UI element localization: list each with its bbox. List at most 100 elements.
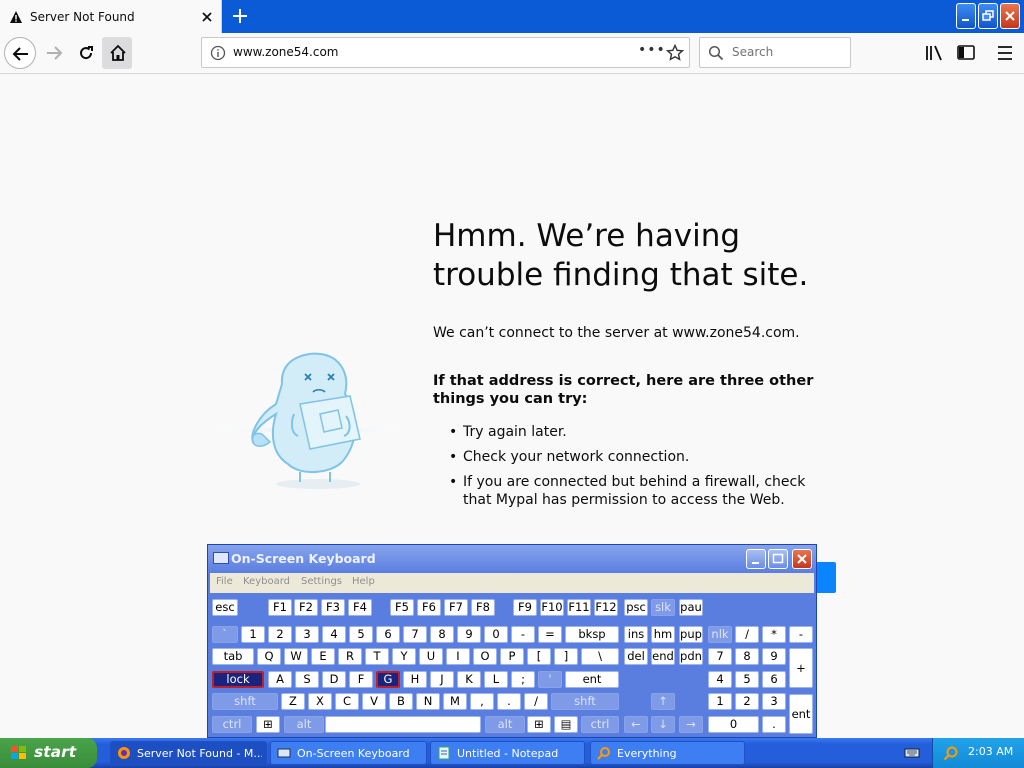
osk-key[interactable]: 7 bbox=[708, 648, 732, 665]
osk-key[interactable]: B bbox=[389, 693, 413, 710]
osk-key[interactable]: psc bbox=[624, 599, 648, 616]
osk-key[interactable]: ▤ bbox=[554, 716, 578, 733]
osk-key[interactable]: S bbox=[295, 671, 319, 688]
osk-key[interactable]: ' bbox=[538, 671, 562, 688]
osk-key[interactable]: F9 bbox=[513, 599, 537, 616]
osk-key[interactable]: 9 bbox=[457, 626, 481, 643]
osk-key[interactable]: 1 bbox=[241, 626, 265, 643]
osk-key[interactable]: . bbox=[762, 716, 786, 733]
keyboard-tray-icon[interactable] bbox=[904, 745, 920, 761]
osk-key[interactable]: pau bbox=[679, 599, 703, 616]
new-tab-icon[interactable] bbox=[229, 5, 251, 27]
osk-key[interactable]: 7 bbox=[403, 626, 427, 643]
osk-minimize-button[interactable] bbox=[746, 549, 766, 569]
osk-key[interactable]: pdn bbox=[679, 648, 703, 665]
url-text[interactable]: www.zone54.com bbox=[233, 45, 339, 59]
osk-key[interactable]: F10 bbox=[540, 599, 564, 616]
osk-key[interactable]: nlk bbox=[708, 626, 732, 643]
osk-key[interactable]: F2 bbox=[294, 599, 318, 616]
osk-key[interactable]: = bbox=[538, 626, 562, 643]
reload-button[interactable] bbox=[70, 37, 102, 69]
osk-key[interactable]: end bbox=[651, 648, 675, 665]
url-bar[interactable]: www.zone54.com ••• bbox=[201, 37, 690, 68]
osk-key[interactable]: 5 bbox=[349, 626, 373, 643]
osk-key[interactable]: P bbox=[500, 648, 524, 665]
hamburger-menu-icon[interactable] bbox=[995, 43, 1015, 63]
osk-key[interactable]: slk bbox=[651, 599, 675, 616]
osk-key[interactable]: Y bbox=[392, 648, 416, 665]
osk-key[interactable]: F11 bbox=[567, 599, 591, 616]
osk-key[interactable]: V bbox=[362, 693, 386, 710]
start-button[interactable]: start bbox=[0, 738, 97, 768]
osk-key[interactable]: D bbox=[322, 671, 346, 688]
osk-key[interactable]: 3 bbox=[295, 626, 319, 643]
sidebar-icon[interactable] bbox=[956, 43, 976, 63]
osk-key[interactable]: 0 bbox=[708, 716, 759, 733]
osk-key[interactable]: tab bbox=[212, 648, 254, 665]
osk-key[interactable]: U bbox=[419, 648, 443, 665]
osk-key[interactable]: F5 bbox=[390, 599, 414, 616]
osk-menu-file[interactable]: File bbox=[216, 576, 233, 587]
osk-key[interactable]: F6 bbox=[417, 599, 441, 616]
osk-key[interactable]: . bbox=[497, 693, 521, 710]
browser-titlebar[interactable]: Server Not Found bbox=[0, 0, 1024, 34]
info-icon[interactable] bbox=[210, 45, 226, 61]
osk-key[interactable]: * bbox=[762, 626, 786, 643]
osk-key[interactable]: del bbox=[624, 648, 648, 665]
osk-key[interactable]: R bbox=[338, 648, 362, 665]
osk-titlebar[interactable]: On-Screen Keyboard bbox=[208, 545, 816, 573]
osk-key[interactable]: shft bbox=[551, 693, 619, 710]
osk-key[interactable]: 1 bbox=[708, 693, 732, 710]
osk-key[interactable]: 6 bbox=[376, 626, 400, 643]
osk-key[interactable]: ent bbox=[565, 671, 619, 688]
osk-key[interactable]: F1 bbox=[268, 599, 292, 616]
osk-key[interactable]: F4 bbox=[348, 599, 372, 616]
osk-key[interactable]: ` bbox=[212, 626, 238, 643]
osk-key[interactable]: , bbox=[470, 693, 494, 710]
osk-key[interactable]: ent bbox=[789, 694, 813, 734]
search-bar[interactable]: Search bbox=[699, 37, 851, 68]
osk-maximize-button[interactable] bbox=[768, 549, 788, 569]
forward-button[interactable] bbox=[38, 37, 70, 69]
osk-key[interactable]: ctrl bbox=[581, 716, 619, 733]
osk-key[interactable]: K bbox=[457, 671, 481, 688]
osk-key[interactable]: O bbox=[473, 648, 497, 665]
osk-key[interactable]: ⊞ bbox=[256, 716, 280, 733]
osk-key[interactable]: / bbox=[735, 626, 759, 643]
osk-key[interactable]: alt bbox=[485, 716, 525, 733]
osk-key[interactable]: \ bbox=[581, 648, 619, 665]
osk-key[interactable]: ↑ bbox=[651, 693, 675, 710]
osk-key[interactable]: - bbox=[789, 626, 813, 643]
osk-key[interactable]: F bbox=[349, 671, 373, 688]
osk-key[interactable]: 9 bbox=[762, 648, 786, 665]
osk-key[interactable]: pup bbox=[679, 626, 703, 643]
osk-key[interactable]: 2 bbox=[735, 693, 759, 710]
on-screen-keyboard-window[interactable]: On-Screen Keyboard File Keyboard Setting… bbox=[207, 544, 817, 738]
osk-key[interactable]: E bbox=[311, 648, 335, 665]
library-icon[interactable] bbox=[924, 43, 944, 63]
osk-key[interactable]: W bbox=[284, 648, 308, 665]
osk-close-button[interactable] bbox=[792, 549, 812, 569]
osk-key[interactable]: ins bbox=[624, 626, 648, 643]
osk-key[interactable]: L bbox=[484, 671, 508, 688]
osk-key[interactable]: F3 bbox=[321, 599, 345, 616]
osk-key[interactable]: C bbox=[335, 693, 359, 710]
osk-key[interactable]: G bbox=[376, 671, 400, 688]
osk-key[interactable]: 8 bbox=[735, 648, 759, 665]
osk-key[interactable]: I bbox=[446, 648, 470, 665]
osk-key[interactable]: hm bbox=[651, 626, 675, 643]
window-close-button[interactable] bbox=[1000, 3, 1020, 29]
taskbar-item-everything[interactable]: Everything bbox=[590, 741, 745, 765]
osk-key[interactable]: J bbox=[430, 671, 454, 688]
osk-key[interactable]: 0 bbox=[484, 626, 508, 643]
osk-key[interactable]: F12 bbox=[594, 599, 618, 616]
osk-key[interactable]: Z bbox=[281, 693, 305, 710]
osk-menu-help[interactable]: Help bbox=[352, 576, 375, 587]
osk-key[interactable]: X bbox=[308, 693, 332, 710]
osk-key[interactable]: bksp bbox=[565, 626, 619, 643]
home-button[interactable] bbox=[102, 37, 132, 69]
close-tab-icon[interactable] bbox=[198, 8, 216, 26]
taskbar-item-osk[interactable]: On-Screen Keyboard bbox=[270, 741, 427, 765]
osk-key[interactable]: ↓ bbox=[651, 716, 675, 733]
osk-key[interactable]: + bbox=[789, 648, 813, 688]
